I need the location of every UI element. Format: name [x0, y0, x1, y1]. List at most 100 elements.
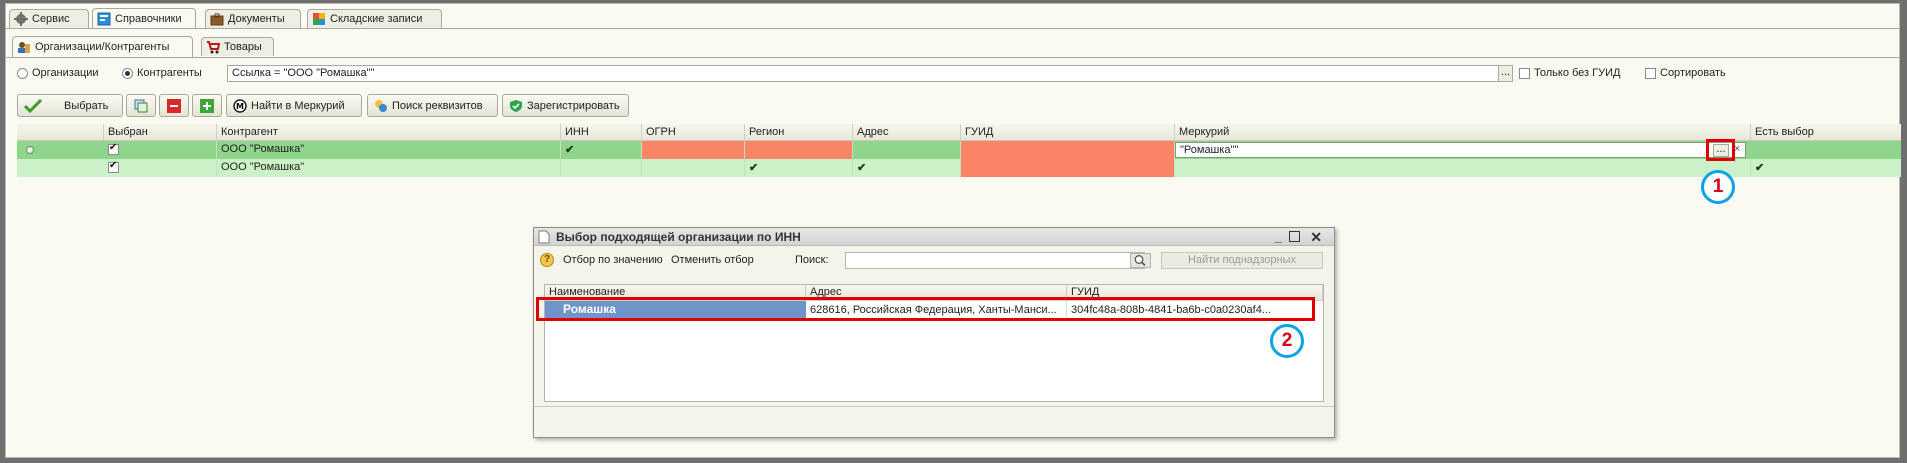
search-input[interactable]: [845, 252, 1145, 269]
grid-header-marker: [17, 124, 104, 141]
row-ogrn-cell: [642, 159, 745, 177]
gear-icon: [14, 12, 28, 26]
filter-input[interactable]: Ссылка = "ООО "Ромашка"": [227, 65, 1503, 82]
checkbox-sort-label: Сортировать: [1660, 67, 1726, 79]
row-checkbox[interactable]: [108, 160, 119, 173]
row-region-cell: [745, 141, 853, 159]
svg-text:M: M: [236, 102, 244, 111]
organizations-icon: [17, 40, 31, 54]
delete-button[interactable]: [159, 94, 189, 117]
check-icon: ✔: [1755, 162, 1765, 174]
search-requisites-button[interactable]: Поиск реквизитов: [367, 94, 498, 117]
radio-organizations-label: Организации: [32, 67, 99, 79]
cart-icon: [206, 40, 221, 54]
help-icon[interactable]: ?: [540, 253, 554, 267]
radio-counterparties-label: Контрагенты: [137, 67, 202, 79]
copy-icon: [134, 99, 148, 113]
search-label: Поиск:: [795, 254, 829, 266]
tab-goods-label: Товары: [224, 41, 262, 53]
row-selected-checkbox[interactable]: [104, 141, 217, 159]
copy-button[interactable]: [126, 94, 156, 117]
checkbox-sort[interactable]: Сортировать: [1645, 67, 1726, 79]
filter-select-button[interactable]: ...: [1498, 65, 1513, 82]
tab-organizations[interactable]: Организации/Контрагенты: [12, 36, 193, 57]
register-label: Зарегистрировать: [527, 99, 620, 112]
grid-header-selected[interactable]: Выбран: [104, 124, 217, 141]
delete-icon: [167, 98, 181, 113]
row-counterparty: ООО "Ромашка": [217, 141, 561, 159]
row-ogrn-cell: [642, 141, 745, 159]
row-has-choice-check: ✔: [1751, 159, 1901, 177]
check-icon: ✔: [857, 162, 867, 174]
find-mercury-button[interactable]: M Найти в Меркурий: [226, 94, 362, 117]
select-button-label: Выбрать: [64, 99, 109, 112]
tab-divider: [6, 28, 1899, 29]
find-supervised-button[interactable]: Найти поднадзорных: [1161, 252, 1323, 269]
grid-header-inn[interactable]: ИНН: [561, 124, 642, 141]
filter-by-value-button[interactable]: Отбор по значению: [563, 254, 663, 266]
tab-service[interactable]: Сервис: [9, 9, 89, 28]
search-icon: [1134, 255, 1146, 267]
warehouse-records-icon: [312, 12, 326, 26]
close-icon[interactable]: ✕: [1310, 229, 1322, 246]
tab-service-label: Сервис: [32, 13, 70, 25]
subtab-divider: [6, 57, 1899, 58]
radio-organizations-circle[interactable]: [17, 67, 28, 79]
reference-book-icon: [97, 12, 111, 26]
cancel-filter-button[interactable]: Отменить отбор: [671, 254, 754, 266]
add-icon: [200, 98, 214, 113]
grid-header-guid[interactable]: ГУИД: [961, 124, 1175, 141]
radio-counterparties-circle[interactable]: [122, 67, 133, 79]
select-button[interactable]: Выбрать: [17, 94, 123, 117]
tab-warehouse-records[interactable]: Складские записи: [307, 9, 442, 28]
mercury-icon: M: [233, 98, 247, 113]
annotation-badge-1: 1: [1701, 170, 1735, 204]
briefcase-icon: [210, 12, 224, 26]
grid-header-has-choice[interactable]: Есть выбор: [1751, 124, 1901, 141]
grid-header-address[interactable]: Адрес: [853, 124, 961, 141]
check-icon: ✔: [749, 162, 759, 174]
row-expand-icon[interactable]: [26, 146, 34, 154]
document-icon: [538, 230, 552, 244]
row-selected-checkbox[interactable]: [104, 159, 217, 177]
tab-warehouse-records-label: Складские записи: [330, 13, 423, 25]
add-button[interactable]: [192, 94, 222, 117]
shield-icon: [509, 99, 523, 113]
row-guid-cell: [961, 141, 1175, 159]
row-counterparty: ООО "Ромашка": [217, 159, 561, 177]
inn-selection-dialog: Выбор подходящей организации по ИНН _ ✕ …: [533, 227, 1335, 438]
grid-header-ogrn[interactable]: ОГРН: [642, 124, 745, 141]
grid-header-mercury[interactable]: Меркурий: [1175, 124, 1751, 141]
find-mercury-label: Найти в Меркурий: [251, 99, 345, 112]
grid-header-region[interactable]: Регион: [745, 124, 853, 141]
tab-documents[interactable]: Документы: [205, 9, 301, 28]
search-requisites-icon: [374, 99, 388, 113]
row-checkbox[interactable]: [108, 142, 119, 155]
radio-organizations[interactable]: Организации: [17, 67, 99, 79]
row-inn-check: ✔: [561, 141, 642, 159]
row-guid-cell: [961, 159, 1175, 177]
register-button[interactable]: Зарегистрировать: [502, 94, 629, 117]
checkbox-sort-box[interactable]: [1645, 67, 1656, 79]
dialog-title: Выбор подходящей организации по ИНН: [556, 229, 801, 244]
radio-counterparties[interactable]: Контрагенты: [122, 67, 202, 79]
maximize-icon[interactable]: [1289, 231, 1300, 242]
search-requisites-label: Поиск реквизитов: [392, 99, 483, 112]
grid-header-counterparty[interactable]: Контрагент: [217, 124, 561, 141]
check-icon: ✔: [565, 144, 575, 156]
row-region-check: ✔: [745, 159, 853, 177]
app-window: Сервис Справочники Документы Складские з…: [5, 3, 1901, 458]
tab-references[interactable]: Справочники: [92, 8, 196, 29]
checkbox-no-guid[interactable]: Только без ГУИД: [1519, 67, 1620, 79]
tab-goods[interactable]: Товары: [201, 37, 274, 56]
annotation-highlight-2: [536, 297, 1315, 321]
tab-references-label: Справочники: [115, 13, 182, 25]
mercury-cell-input[interactable]: "Ромашка"": [1175, 142, 1746, 158]
minimize-icon[interactable]: _: [1275, 229, 1282, 244]
search-button[interactable]: [1130, 253, 1151, 268]
tab-documents-label: Документы: [228, 13, 285, 25]
dialog-footer-divider: [534, 406, 1334, 407]
checkmark-icon: [23, 98, 43, 113]
checkbox-no-guid-box[interactable]: [1519, 67, 1530, 79]
row-mercury-cell: [1175, 159, 1751, 177]
